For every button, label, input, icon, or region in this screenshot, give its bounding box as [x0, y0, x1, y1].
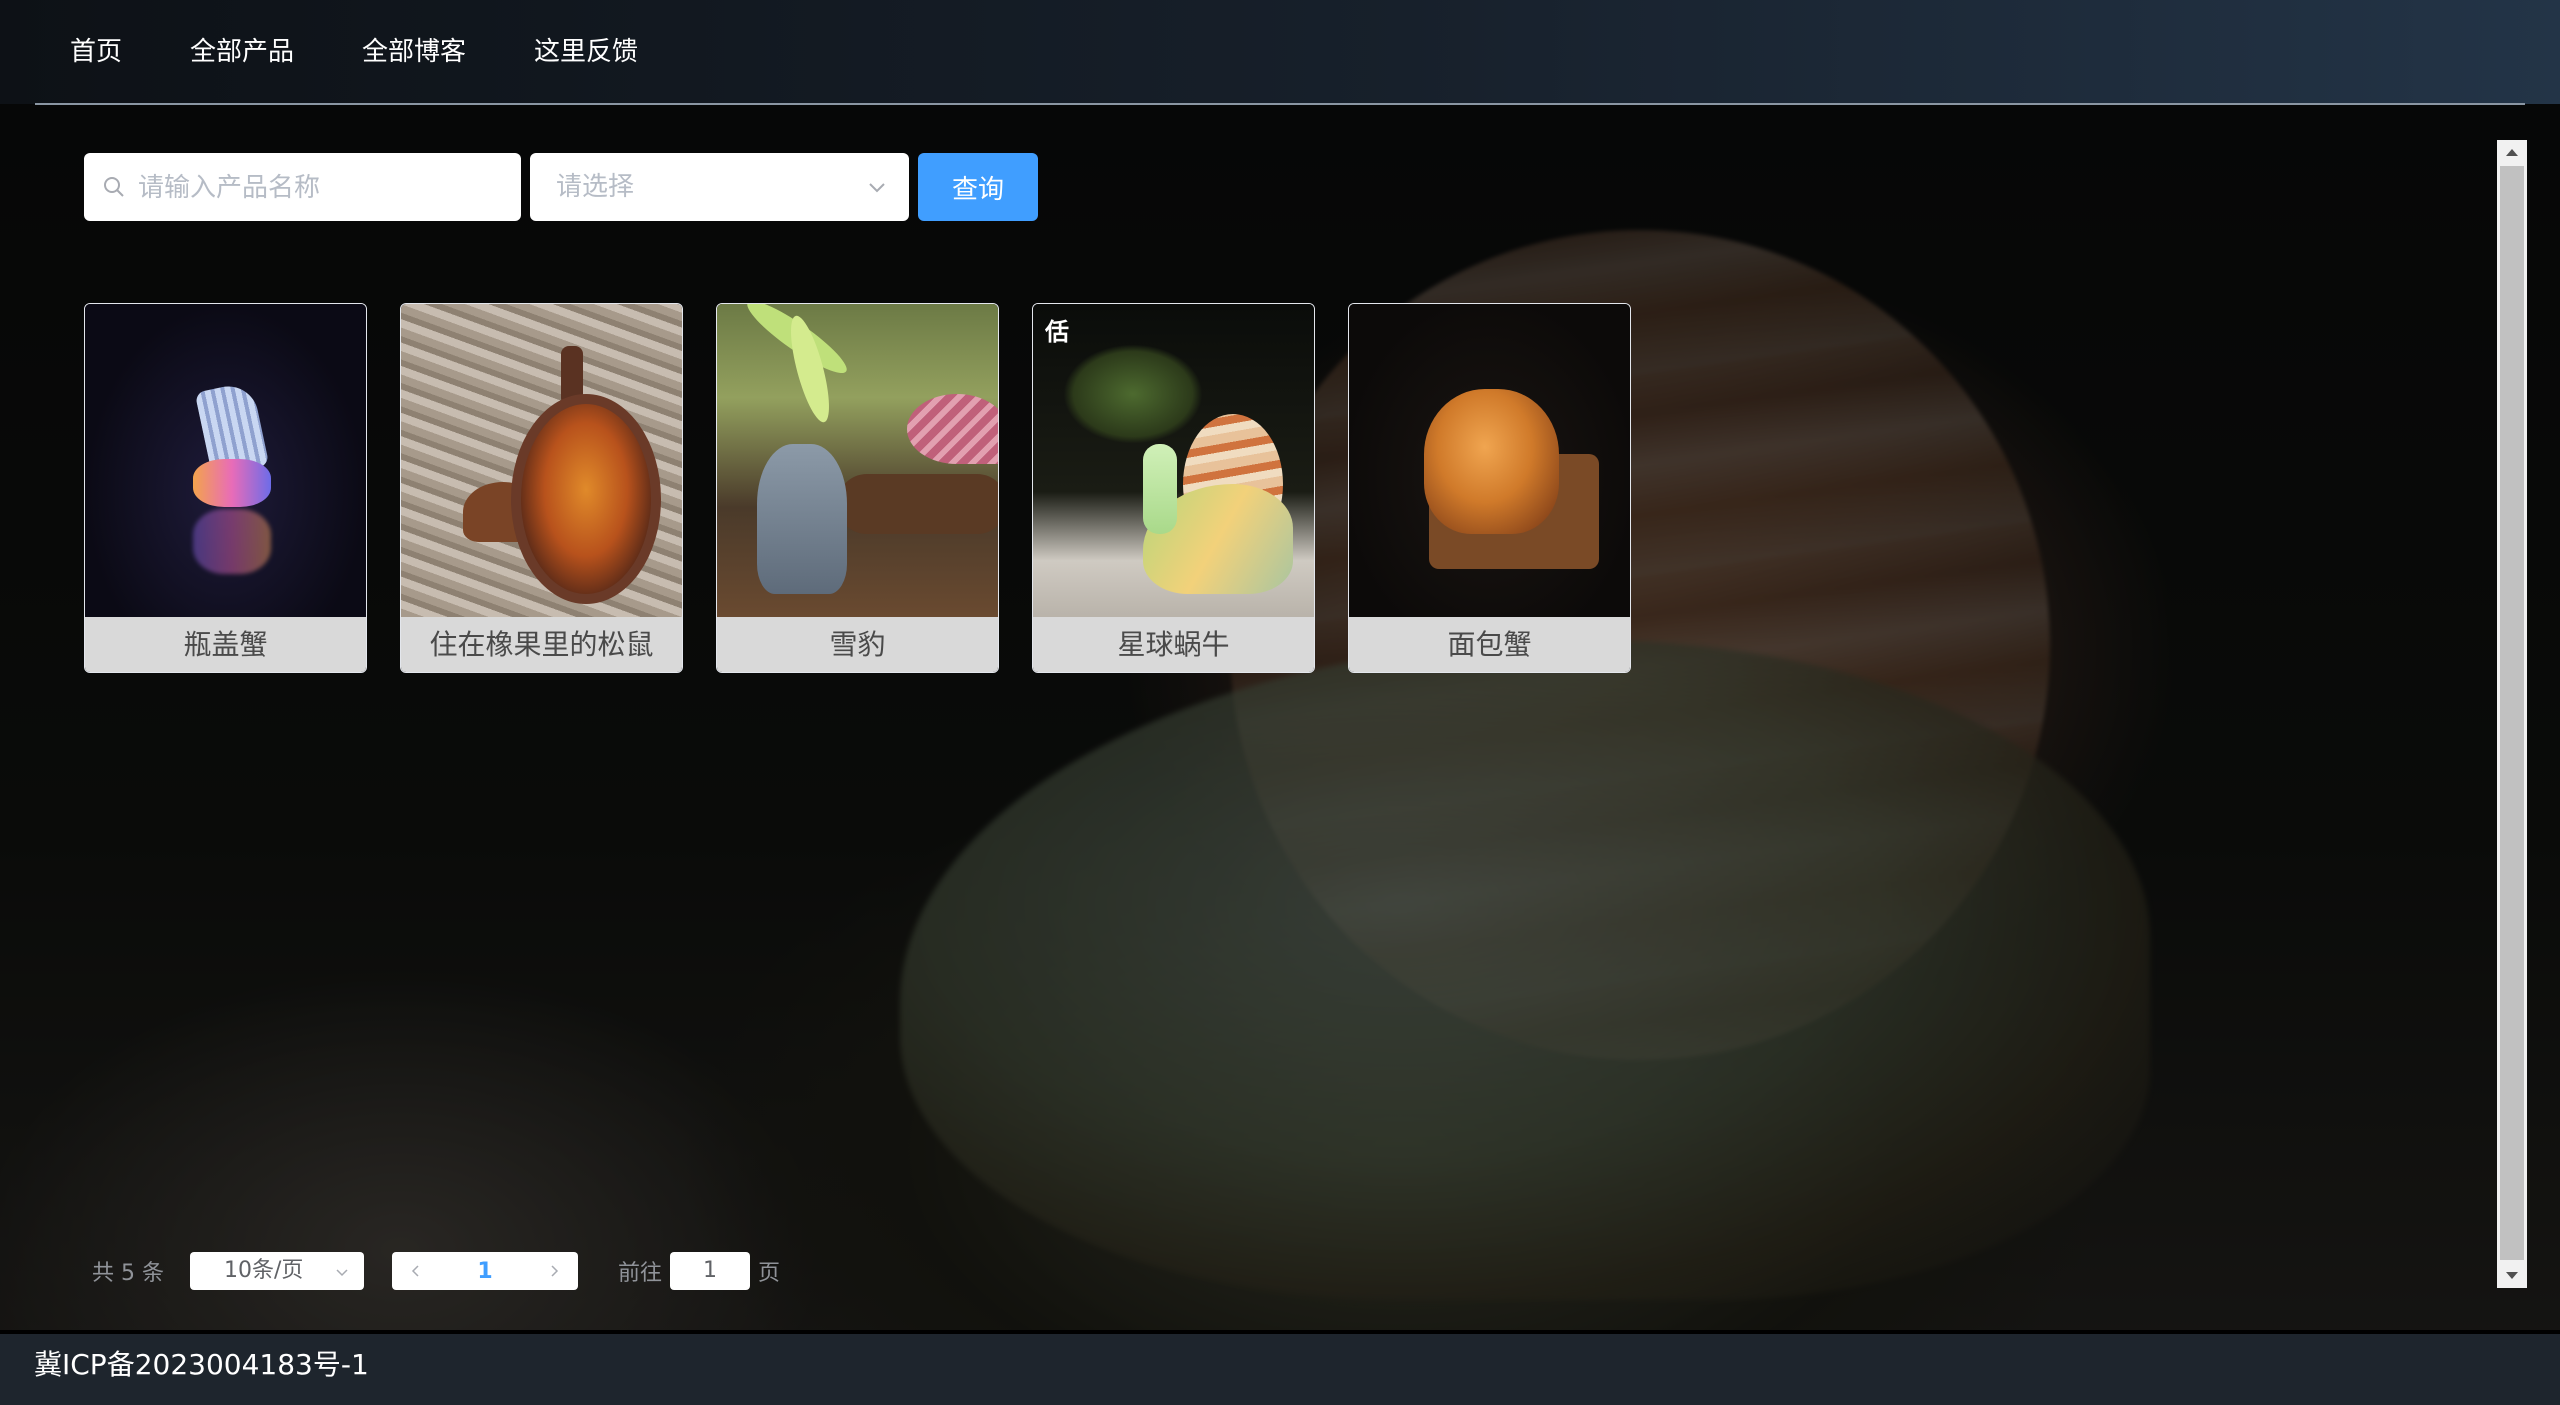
scroll-down-button[interactable] [2497, 1264, 2527, 1288]
product-grid: 瓶盖蟹 住在橡果里的松鼠 雪豹 佸 星球蜗牛 面包蟹 [84, 303, 1631, 673]
category-select[interactable]: 请选择 [530, 153, 909, 221]
product-card[interactable]: 面包蟹 [1348, 303, 1631, 673]
product-name: 面包蟹 [1349, 617, 1630, 672]
nav-item-feedback[interactable]: 这里反馈 [500, 0, 672, 104]
search-bar: 请选择 查询 [84, 153, 1038, 223]
page-navigator: 1 [391, 1252, 578, 1290]
product-name: 瓶盖蟹 [85, 617, 366, 672]
product-name: 住在橡果里的松鼠 [401, 617, 682, 672]
page-suffix: 页 [758, 1261, 781, 1286]
nav-item-all-blogs[interactable]: 全部博客 [328, 0, 500, 104]
scrollbar[interactable] [2497, 140, 2527, 1288]
product-image [85, 304, 366, 617]
search-field[interactable] [84, 153, 521, 223]
scroll-thumb[interactable] [2500, 166, 2524, 1260]
nav-divider [35, 103, 2525, 105]
nav-item-all-products[interactable]: 全部产品 [156, 0, 328, 104]
chevron-down-icon [869, 183, 885, 193]
search-input[interactable] [136, 153, 510, 223]
product-image [1349, 304, 1630, 617]
nav-item-home[interactable]: 首页 [35, 0, 156, 104]
product-image: 佸 [1033, 304, 1314, 617]
current-page-number[interactable]: 1 [477, 1259, 492, 1284]
product-name: 雪豹 [717, 617, 998, 672]
main-content: 请选择 查询 瓶盖蟹 住在橡果里的松鼠 雪豹 [0, 105, 2560, 1330]
pagination-total: 共 5 条 [92, 1261, 164, 1286]
product-image [717, 304, 998, 617]
page-size-select[interactable]: 10条/页 [189, 1252, 364, 1290]
product-card[interactable]: 雪豹 [716, 303, 999, 673]
page-size-value: 10条/页 [223, 1258, 304, 1283]
scroll-up-button[interactable] [2497, 140, 2527, 164]
pagination: 共 5 条 10条/页 1 前往 1 页 [92, 1252, 780, 1290]
chevron-down-icon [336, 1269, 348, 1277]
icp-link[interactable]: 冀ICP备2023004183号-1 [34, 1334, 369, 1396]
arrow-down-icon [2506, 1272, 2518, 1279]
product-image [401, 304, 682, 617]
search-icon [104, 177, 124, 197]
nav-list: 首页 全部产品 全部博客 这里反馈 [35, 0, 672, 104]
next-page-icon[interactable] [546, 1263, 562, 1279]
product-name: 星球蜗牛 [1033, 617, 1314, 672]
query-button[interactable]: 查询 [918, 153, 1038, 221]
goto-label: 前往 [617, 1261, 662, 1286]
prev-page-icon[interactable] [408, 1263, 424, 1279]
product-card[interactable]: 住在橡果里的松鼠 [400, 303, 683, 673]
product-card[interactable]: 佸 星球蜗牛 [1032, 303, 1315, 673]
footer: 冀ICP备2023004183号-1 [0, 1330, 2560, 1405]
select-placeholder: 请选择 [556, 172, 635, 202]
product-card[interactable]: 瓶盖蟹 [84, 303, 367, 673]
arrow-up-icon [2506, 149, 2518, 156]
top-nav: 首页 全部产品 全部博客 这里反馈 [0, 0, 2560, 104]
brand-logo: 佸 [1045, 318, 1069, 346]
goto-page-input[interactable]: 1 [670, 1252, 750, 1290]
